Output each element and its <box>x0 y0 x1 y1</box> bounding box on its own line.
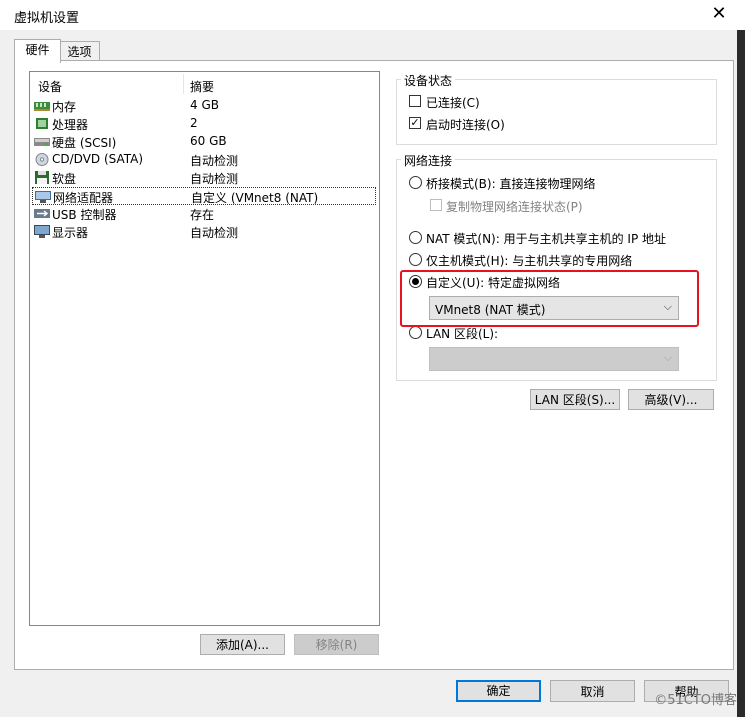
nat-label[interactable]: NAT 模式(N): 用于与主机共享主机的 IP 地址 <box>426 230 666 247</box>
nat-radio[interactable] <box>409 231 422 244</box>
chevron-down-icon: ⌵ <box>663 351 672 364</box>
watermark: ©51CTO博客 <box>654 693 737 708</box>
device-row-floppy[interactable]: 软盘 自动检测 <box>32 169 376 187</box>
network-connection-title: 网络连接 <box>401 152 456 169</box>
cancel-button[interactable]: 取消 <box>550 680 635 702</box>
title-bar <box>0 0 745 30</box>
display-icon <box>34 225 50 238</box>
lan-segment-radio[interactable] <box>409 326 422 339</box>
device-summary: 2 <box>190 116 198 130</box>
device-status-title: 设备状态 <box>401 72 456 89</box>
summary-column-header[interactable]: 摘要 <box>190 78 214 95</box>
connected-label[interactable]: 已连接(C) <box>426 94 480 111</box>
highlight-box <box>400 270 699 327</box>
host-only-label[interactable]: 仅主机模式(H): 与主机共享的专用网络 <box>426 252 632 269</box>
floppy-icon <box>35 171 49 184</box>
device-row-memory[interactable]: 内存 4 GB <box>32 97 376 115</box>
device-row-processor[interactable]: 处理器 2 <box>32 115 376 133</box>
device-summary: 自动检测 <box>190 154 239 168</box>
device-row-usb[interactable]: USB 控制器 存在 <box>32 205 376 223</box>
column-divider[interactable] <box>183 74 184 94</box>
lan-segment-label[interactable]: LAN 区段(L): <box>426 325 498 342</box>
ok-button[interactable]: 确定 <box>456 680 541 702</box>
device-summary: 自动检测 <box>190 226 239 240</box>
tab-hardware[interactable]: 硬件 <box>14 39 61 63</box>
cd-dvd-icon <box>35 153 49 166</box>
connect-at-power-on-label[interactable]: 启动时连接(O) <box>426 116 505 133</box>
desktop-edge <box>737 30 745 717</box>
network-adapter-icon <box>35 191 51 203</box>
device-name: 显示器 <box>52 226 89 240</box>
replicate-state-label[interactable]: 复制物理网络连接状态(P) <box>446 198 583 215</box>
replicate-state-checkbox[interactable] <box>430 199 442 211</box>
add-device-button[interactable]: 添加(A)... <box>200 634 285 655</box>
device-name: 软盘 <box>52 172 77 186</box>
device-column-header[interactable]: 设备 <box>38 78 62 95</box>
device-summary: 4 GB <box>190 98 219 112</box>
host-only-radio[interactable] <box>409 253 422 266</box>
bridged-label[interactable]: 桥接模式(B): 直接连接物理网络 <box>426 175 595 192</box>
device-name: 处理器 <box>52 118 89 132</box>
remove-device-button[interactable]: 移除(R) <box>294 634 379 655</box>
connected-checkbox[interactable] <box>409 95 421 107</box>
memory-icon <box>34 102 50 111</box>
advanced-button[interactable]: 高级(V)... <box>628 389 714 410</box>
device-name: USB 控制器 <box>52 208 117 222</box>
lan-segments-button[interactable]: LAN 区段(S)... <box>530 389 620 410</box>
processor-icon <box>36 118 48 129</box>
device-row-hard-disk[interactable]: 硬盘 (SCSI) 60 GB <box>32 133 376 151</box>
device-row-display[interactable]: 显示器 自动检测 <box>32 223 376 241</box>
bridged-radio[interactable] <box>409 176 422 189</box>
connect-at-power-on-checkbox[interactable]: ✓ <box>409 117 421 129</box>
device-summary: 60 GB <box>190 134 227 148</box>
device-summary: 自动检测 <box>190 172 239 186</box>
device-name: 硬盘 (SCSI) <box>52 136 117 150</box>
lan-segment-select[interactable]: ⌵ <box>429 347 679 371</box>
device-summary: 存在 <box>190 208 215 222</box>
device-name: 网络适配器 <box>53 191 114 205</box>
device-name: CD/DVD (SATA) <box>52 152 144 166</box>
device-name: 内存 <box>52 100 77 114</box>
window-title: 虚拟机设置 <box>14 11 80 26</box>
usb-icon <box>34 209 50 218</box>
device-summary: 自定义 (VMnet8 (NAT) <box>191 191 319 205</box>
close-icon[interactable]: ✕ <box>709 4 729 24</box>
hard-disk-icon <box>34 138 50 146</box>
device-row-network-adapter[interactable]: 网络适配器 自定义 (VMnet8 (NAT) <box>32 187 376 205</box>
device-row-cd-dvd[interactable]: CD/DVD (SATA) 自动检测 <box>32 151 376 169</box>
